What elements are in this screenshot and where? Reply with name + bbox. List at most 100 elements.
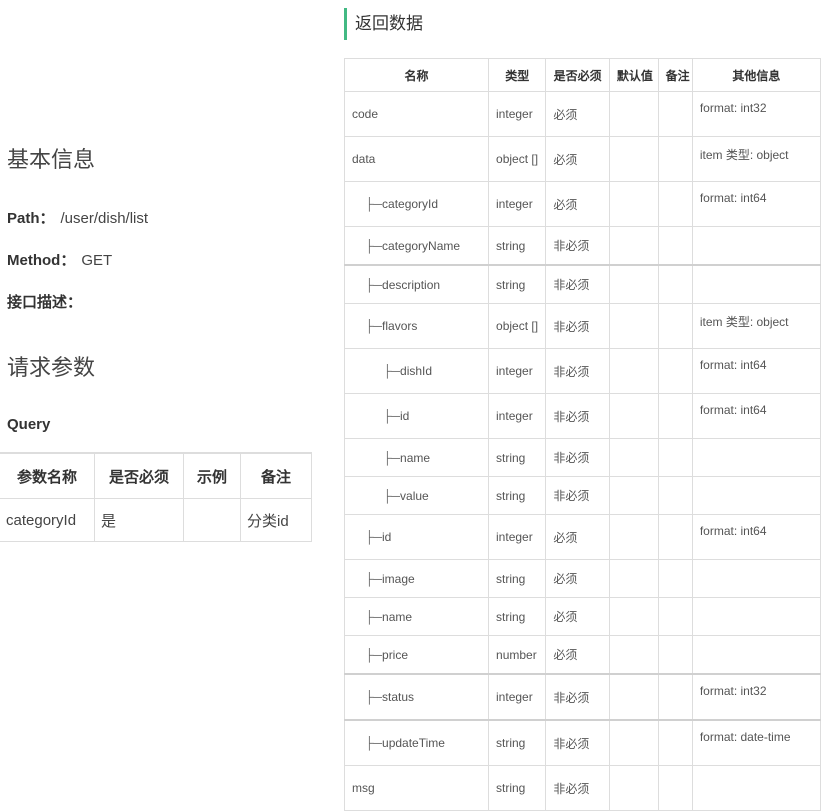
tree-branch-icon: ├─: [365, 609, 383, 624]
field-name: id: [400, 409, 410, 423]
response-row: code integer 必须 format: int32: [343, 91, 822, 137]
response-row: ├─status integer 非必须 format: int32: [343, 673, 822, 721]
response-row: ├─id integer 必须 format: int64: [343, 514, 822, 560]
field-name-cell: ├─dishId: [343, 348, 490, 394]
query-params-table: 参数名称 是否必须 示例 备注 categoryId 是 分类id: [0, 452, 312, 542]
field-name: image: [382, 571, 415, 586]
tree-branch-icon: ├─: [365, 736, 383, 750]
field-required-cell: 非必须: [545, 438, 610, 477]
field-type-cell: integer: [488, 673, 547, 721]
field-remark-cell: [657, 635, 693, 675]
field-name-cell: ├─id: [343, 393, 490, 439]
response-row: ├─name string 非必须: [343, 438, 822, 477]
field-required-cell: 非必须: [545, 673, 610, 721]
field-remark-cell: [657, 765, 693, 811]
field-other-cell: [691, 438, 822, 477]
field-name-cell: ├─price: [343, 635, 490, 675]
field-remark-cell: [657, 303, 693, 349]
field-required-cell: 必须: [545, 597, 610, 636]
field-other-cell: format: int64: [691, 348, 822, 394]
field-other-cell: [691, 597, 822, 636]
field-default-cell: [608, 514, 659, 560]
response-row: ├─updateTime string 非必须 format: date-time: [343, 719, 822, 766]
response-row: ├─description string 非必须: [343, 264, 822, 304]
response-row: ├─flavors object [] 非必须 item 类型: object: [343, 303, 822, 349]
field-name: name: [382, 609, 413, 624]
tree-branch-icon: ├─: [383, 364, 401, 378]
field-required-cell: 必须: [545, 559, 610, 598]
field-required-cell: 必须: [545, 181, 610, 227]
field-other-cell: [691, 635, 822, 675]
field-other-cell: [691, 226, 822, 266]
query-cell-example: [183, 498, 241, 542]
response-row: ├─price number 必须: [343, 635, 822, 675]
response-header-row: 名称 类型 是否必须 默认值 备注 其他信息: [343, 58, 822, 92]
response-header-name: 名称: [343, 58, 490, 92]
basic-info-title: 基本信息: [7, 147, 96, 172]
field-default-cell: [608, 597, 659, 636]
field-required-cell: 非必须: [545, 765, 610, 811]
field-other-cell: [691, 765, 822, 811]
field-type-cell: integer: [488, 181, 547, 227]
field-type-cell: integer: [488, 393, 547, 439]
field-type-cell: object []: [488, 136, 547, 182]
field-type-cell: number: [488, 635, 547, 675]
field-name: msg: [352, 781, 375, 795]
response-row: ├─categoryId integer 必须 format: int64: [343, 181, 822, 227]
field-default-cell: [608, 719, 659, 766]
field-name: data: [352, 152, 376, 166]
path-value: /user/dish/list: [60, 210, 149, 227]
field-default-cell: [608, 303, 659, 349]
field-type-cell: string: [488, 476, 547, 515]
method-line: Method： GET: [7, 249, 112, 270]
field-other-cell: item 类型: object: [691, 303, 822, 349]
field-name: categoryName: [382, 238, 461, 253]
field-name: status: [382, 690, 415, 704]
field-remark-cell: [657, 597, 693, 636]
field-name: name: [400, 450, 431, 465]
field-name-cell: ├─categoryId: [343, 181, 490, 227]
tree-branch-icon: ├─: [365, 319, 383, 333]
tree-branch-icon: ├─: [365, 690, 383, 704]
field-name: id: [382, 530, 392, 544]
field-name-cell: ├─name: [343, 438, 490, 477]
response-row: ├─name string 必须: [343, 597, 822, 636]
field-other-cell: [691, 264, 822, 304]
field-other-cell: format: date-time: [691, 719, 822, 766]
field-required-cell: 非必须: [545, 393, 610, 439]
field-required-cell: 非必须: [545, 719, 610, 766]
request-params-title: 请求参数: [7, 355, 96, 380]
path-line: Path： /user/dish/list: [7, 207, 148, 228]
query-cell-required: 是: [94, 498, 184, 542]
query-header-remark: 备注: [240, 452, 312, 499]
response-table: 名称 类型 是否必须 默认值 备注 其他信息 code integer 必须 form…: [343, 58, 822, 811]
field-name: updateTime: [382, 736, 445, 750]
field-remark-cell: [657, 181, 693, 227]
response-row: ├─image string 必须: [343, 559, 822, 598]
field-required-cell: 非必须: [545, 476, 610, 515]
field-other-cell: format: int64: [691, 181, 822, 227]
field-name: description: [382, 277, 441, 292]
field-name-cell: ├─updateTime: [343, 719, 490, 766]
field-name-cell: data: [343, 136, 490, 182]
field-type-cell: string: [488, 438, 547, 477]
field-required-cell: 必须: [545, 136, 610, 182]
field-default-cell: [608, 181, 659, 227]
field-remark-cell: [657, 226, 693, 266]
field-name-cell: ├─name: [343, 597, 490, 636]
field-default-cell: [608, 438, 659, 477]
field-default-cell: [608, 559, 659, 598]
field-required-cell: 非必须: [545, 226, 610, 266]
response-header-type: 类型: [488, 58, 547, 92]
description-line: 接口描述：: [7, 291, 82, 312]
field-default-cell: [608, 635, 659, 675]
field-remark-cell: [657, 438, 693, 477]
description-label: 接口描述：: [7, 294, 83, 311]
field-name: price: [382, 647, 409, 662]
tree-branch-icon: ├─: [365, 197, 383, 211]
field-name-cell: ├─description: [343, 264, 490, 304]
response-header-default: 默认值: [608, 58, 659, 92]
response-header-remark: 备注: [657, 58, 693, 92]
field-other-cell: item 类型: object: [691, 136, 822, 182]
field-type-cell: string: [488, 597, 547, 636]
